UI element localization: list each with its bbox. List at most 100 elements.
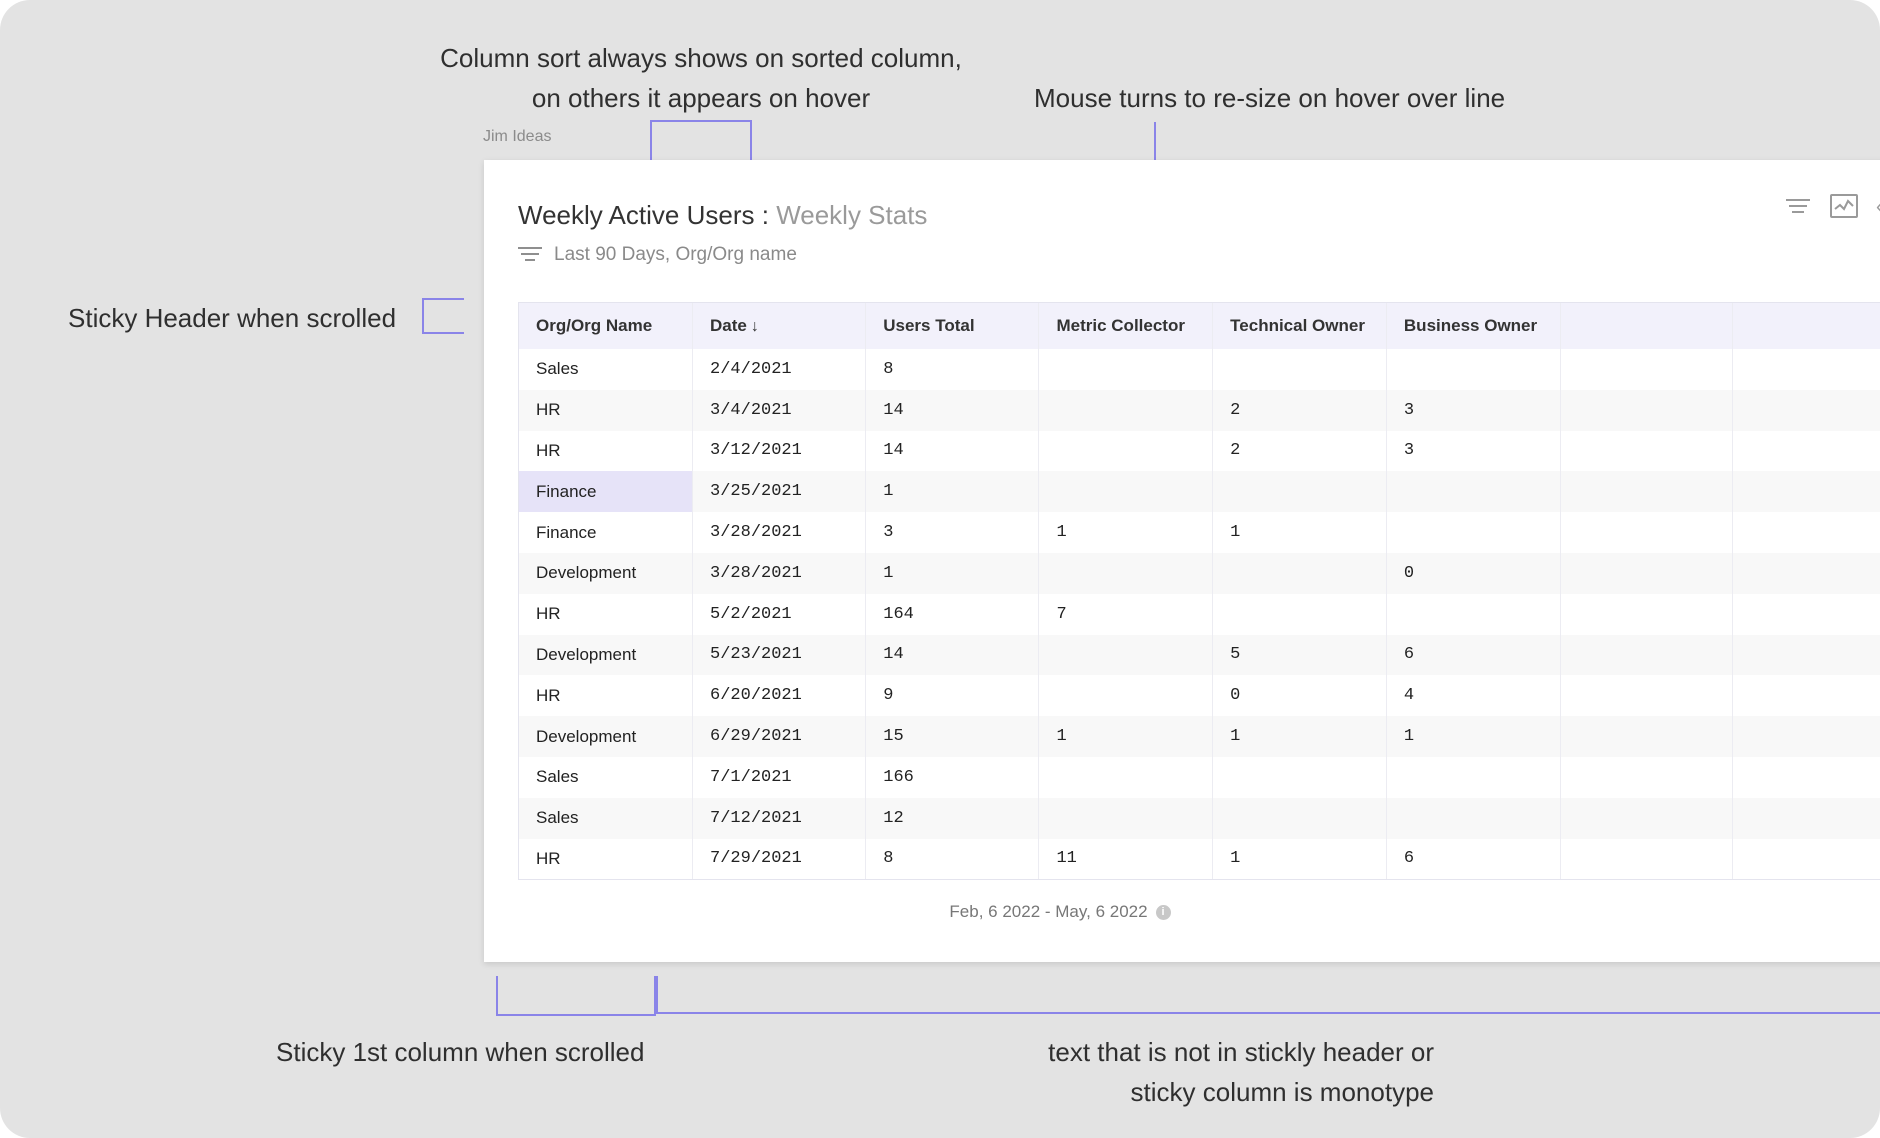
table-cell[interactable]: 3/28/2021 xyxy=(692,552,867,594)
table-cell[interactable] xyxy=(1560,471,1733,513)
table-row[interactable]: Development 5/23/2021 14 5 6 xyxy=(519,634,1880,676)
table-cell[interactable]: 1 xyxy=(865,552,1040,594)
column-header-org[interactable]: Org/Org Name xyxy=(519,303,694,349)
table-cell[interactable]: 15 xyxy=(865,716,1040,757)
table-cell[interactable] xyxy=(1038,389,1214,431)
table-cell[interactable] xyxy=(1732,716,1880,757)
table-cell[interactable] xyxy=(1212,593,1387,635)
table-cell[interactable] xyxy=(1560,716,1733,757)
table-cell[interactable] xyxy=(1560,797,1733,839)
table-cell[interactable] xyxy=(1386,593,1561,635)
table-cell[interactable]: 14 xyxy=(865,634,1040,676)
table-cell[interactable] xyxy=(1560,512,1733,553)
table-cell[interactable]: 0 xyxy=(1212,675,1387,717)
table-cell[interactable] xyxy=(1560,349,1733,390)
table-cell[interactable]: 14 xyxy=(865,389,1040,431)
table-cell-org[interactable]: HR xyxy=(519,838,694,879)
table-row[interactable]: Finance 3/28/2021 3 1 1 xyxy=(519,512,1880,553)
column-header-business-owner[interactable]: Business Owner xyxy=(1386,303,1561,349)
table-cell[interactable]: 1 xyxy=(865,471,1040,513)
table-cell[interactable]: 8 xyxy=(865,838,1040,879)
table-cell[interactable] xyxy=(1732,552,1880,594)
table-cell[interactable]: 6 xyxy=(1386,838,1561,879)
table-cell[interactable] xyxy=(1732,349,1880,390)
table-cell[interactable] xyxy=(1386,471,1561,513)
table-cell[interactable]: 7/12/2021 xyxy=(692,797,867,839)
table-cell-org[interactable]: Development xyxy=(519,552,694,594)
filter-icon[interactable] xyxy=(1784,196,1812,218)
table-cell-org[interactable]: Finance xyxy=(519,512,694,553)
table-cell[interactable] xyxy=(1560,634,1733,676)
table-cell[interactable]: 1 xyxy=(1212,838,1387,879)
table-row[interactable]: HR 7/29/2021 8 11 1 6 xyxy=(519,838,1880,879)
table-cell[interactable]: 9 xyxy=(865,675,1040,717)
table-cell[interactable] xyxy=(1212,756,1387,798)
table-cell[interactable] xyxy=(1212,349,1387,390)
table-cell[interactable] xyxy=(1732,838,1880,879)
table-row[interactable]: Development 3/28/2021 1 0 xyxy=(519,552,1880,594)
table-cell-org[interactable]: Sales xyxy=(519,797,694,839)
table-cell-org[interactable]: HR xyxy=(519,389,694,431)
table-cell[interactable] xyxy=(1732,471,1880,513)
table-cell[interactable]: 5/23/2021 xyxy=(692,634,867,676)
table-cell[interactable]: 3 xyxy=(1386,389,1561,431)
table-cell[interactable] xyxy=(1560,593,1733,635)
table-cell[interactable] xyxy=(1732,634,1880,676)
table-cell[interactable]: 5 xyxy=(1212,634,1387,676)
table-cell[interactable]: 5/2/2021 xyxy=(692,593,867,635)
column-header-date[interactable]: Date ↓ xyxy=(692,303,867,349)
table-cell[interactable]: 1 xyxy=(1038,716,1214,757)
table-cell[interactable] xyxy=(1560,675,1733,717)
table-row[interactable]: HR 3/12/2021 14 2 3 xyxy=(519,430,1880,472)
table-cell[interactable] xyxy=(1386,512,1561,553)
column-header-users-total[interactable]: Users Total xyxy=(865,303,1040,349)
table-cell[interactable]: 0 xyxy=(1386,552,1561,594)
table-cell-org[interactable]: Sales xyxy=(519,349,694,390)
table-cell[interactable]: 3 xyxy=(865,512,1040,553)
line-chart-icon[interactable] xyxy=(1830,194,1858,218)
table-cell[interactable]: 3/4/2021 xyxy=(692,389,867,431)
table-cell[interactable] xyxy=(1732,512,1880,553)
table-cell[interactable] xyxy=(1038,797,1214,839)
table-row[interactable]: Sales 2/4/2021 8 xyxy=(519,349,1880,390)
table-cell-org[interactable]: Sales xyxy=(519,756,694,798)
table-cell[interactable]: 1 xyxy=(1386,716,1561,757)
table-cell[interactable] xyxy=(1732,430,1880,472)
table-row[interactable]: Sales 7/1/2021 166 xyxy=(519,756,1880,798)
table-cell[interactable]: 6/29/2021 xyxy=(692,716,867,757)
table-cell[interactable] xyxy=(1560,430,1733,472)
table-cell[interactable]: 7/29/2021 xyxy=(692,838,867,879)
table-cell[interactable]: 7/1/2021 xyxy=(692,756,867,798)
table-cell[interactable] xyxy=(1560,389,1733,431)
table-cell[interactable] xyxy=(1038,552,1214,594)
table-cell[interactable] xyxy=(1038,430,1214,472)
table-cell[interactable] xyxy=(1386,797,1561,839)
table-cell[interactable] xyxy=(1560,838,1733,879)
arrow-down-icon[interactable]: ↓ xyxy=(751,318,759,335)
table-cell[interactable]: 14 xyxy=(865,430,1040,472)
table-cell[interactable]: 8 xyxy=(865,349,1040,390)
table-cell[interactable] xyxy=(1560,552,1733,594)
table-cell[interactable]: 12 xyxy=(865,797,1040,839)
table-row[interactable]: Sales 7/12/2021 12 xyxy=(519,797,1880,839)
table-cell[interactable]: 164 xyxy=(865,593,1040,635)
table-cell[interactable] xyxy=(1038,349,1214,390)
table-cell[interactable]: 1 xyxy=(1038,512,1214,553)
table-cell[interactable]: 3/28/2021 xyxy=(692,512,867,553)
table-cell-org[interactable]: Development xyxy=(519,634,694,676)
table-cell[interactable]: 166 xyxy=(865,756,1040,798)
table-row[interactable]: HR 6/20/2021 9 0 4 xyxy=(519,675,1880,717)
table-cell[interactable] xyxy=(1212,552,1387,594)
filter-summary[interactable]: Last 90 Days, Org/Org name xyxy=(518,242,797,268)
table-cell[interactable]: 4 xyxy=(1386,675,1561,717)
table-cell[interactable]: 3/12/2021 xyxy=(692,430,867,472)
info-icon[interactable]: i xyxy=(1155,905,1171,921)
table-cell-org[interactable]: Finance xyxy=(519,471,694,513)
table-cell-org[interactable]: HR xyxy=(519,675,694,717)
column-header-technical-owner[interactable]: Technical Owner xyxy=(1212,303,1387,349)
table-cell[interactable] xyxy=(1386,756,1561,798)
table-cell[interactable] xyxy=(1732,756,1880,798)
table-cell[interactable] xyxy=(1386,349,1561,390)
table-row[interactable]: HR 3/4/2021 14 2 3 xyxy=(519,389,1880,431)
table-row[interactable]: Development 6/29/2021 15 1 1 1 xyxy=(519,716,1880,757)
